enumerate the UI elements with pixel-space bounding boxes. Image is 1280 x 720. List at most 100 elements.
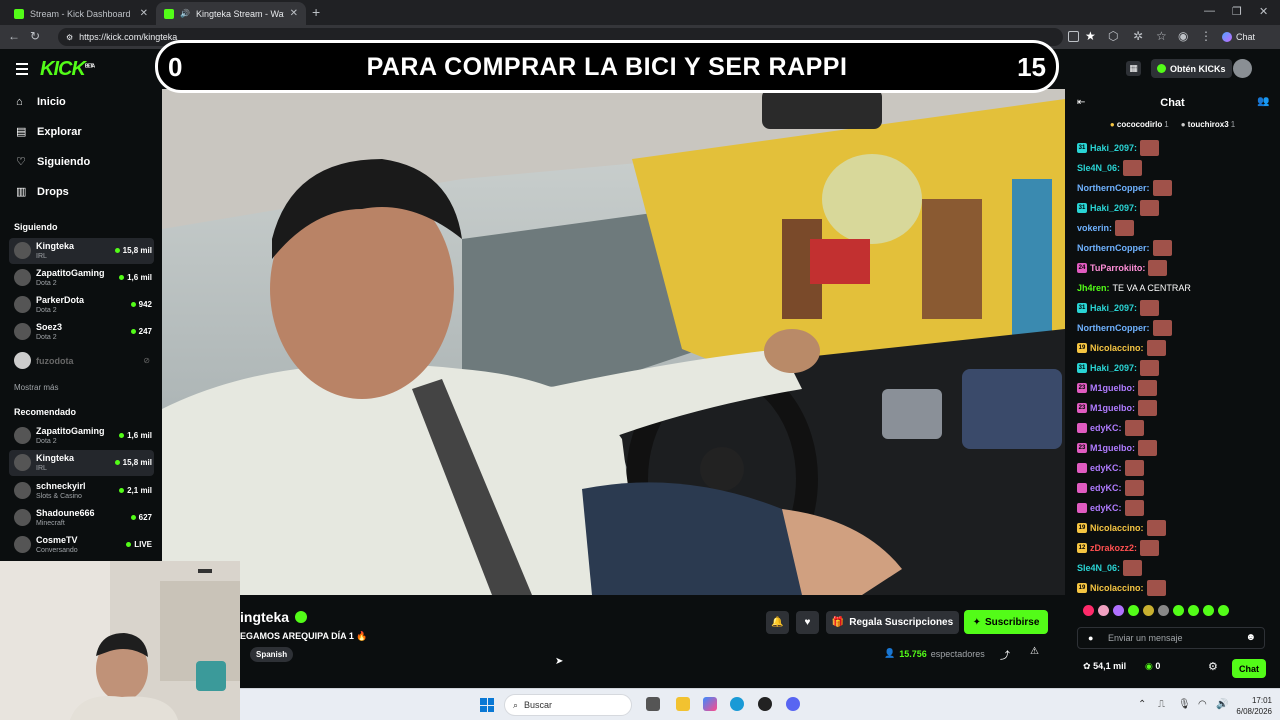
- top-gifter[interactable]: ● touchirox3 1: [1181, 120, 1235, 136]
- channel-item-kingteka[interactable]: Kingteka IRL 15,8 mil: [9, 450, 154, 476]
- volume-icon[interactable]: 🔊: [1216, 699, 1228, 710]
- channel-item-kingteka[interactable]: Kingteka IRL 15,8 mil: [9, 238, 154, 264]
- emote-icon[interactable]: [1098, 605, 1109, 616]
- user-avatar[interactable]: [1233, 59, 1252, 78]
- video-player[interactable]: [162, 89, 1065, 595]
- chat-username[interactable]: Nicolaccino:: [1090, 343, 1144, 353]
- streamer-name[interactable]: ingteka: [240, 609, 308, 625]
- chat-message-input[interactable]: ● Enviar un mensaje ☻: [1077, 627, 1265, 649]
- copilot-icon[interactable]: [703, 697, 717, 711]
- close-tab-icon[interactable]: ✕: [290, 8, 298, 19]
- file-explorer-icon[interactable]: [676, 697, 690, 711]
- bookmark-star-icon[interactable]: ★: [1085, 29, 1096, 43]
- send-chat-button[interactable]: Chat: [1232, 659, 1266, 678]
- get-kicks-button[interactable]: Obtén KICKs: [1151, 59, 1232, 78]
- task-view-icon[interactable]: [646, 697, 660, 711]
- channel-item-shadoune666[interactable]: Shadoune666 Minecraft 627: [9, 505, 154, 531]
- channel-item-zapatitogaming[interactable]: ZapatitoGaming Dota 2 1,6 mil: [9, 423, 154, 449]
- chat-username[interactable]: zDrakozz2:: [1090, 543, 1137, 553]
- chat-settings-icon[interactable]: ⚙: [1208, 660, 1218, 673]
- nav-drops[interactable]: ▥ Drops: [16, 186, 69, 198]
- back-icon[interactable]: ←: [8, 29, 20, 43]
- gift-subs-button[interactable]: 🎁 Regala Suscripciones: [826, 611, 959, 634]
- chat-username[interactable]: Sle4N_06:: [1077, 563, 1120, 573]
- ai-chat-button[interactable]: Chat: [1222, 28, 1255, 46]
- chat-username[interactable]: Haki_2097:: [1090, 303, 1137, 313]
- obs-icon[interactable]: [758, 697, 772, 711]
- chat-username[interactable]: M1guelbo:: [1090, 443, 1135, 453]
- kick-logo[interactable]: KICKBETA: [40, 58, 95, 81]
- system-clock[interactable]: 17:01 6/08/2026: [1236, 695, 1272, 717]
- extension-icon[interactable]: ⬡: [1108, 29, 1118, 43]
- chat-username[interactable]: edyKC:: [1090, 503, 1122, 513]
- browser-tab-kingteka[interactable]: 🔊 Kingteka Stream - Watch Live ✕: [156, 2, 306, 25]
- chat-username[interactable]: M1guelbo:: [1090, 383, 1135, 393]
- emote-icon[interactable]: [1188, 605, 1199, 616]
- chat-username[interactable]: vokerin:: [1077, 223, 1112, 233]
- hamburger-menu-icon[interactable]: [16, 63, 28, 78]
- nav-siguiendo[interactable]: ♡ Siguiendo: [16, 156, 90, 168]
- network-icon[interactable]: ⎍: [1158, 699, 1165, 710]
- channel-item-fuzodota[interactable]: fuzodota ⊘: [9, 348, 154, 374]
- browser-tab-dashboard[interactable]: Stream - Kick Dashboard ✕: [6, 2, 156, 25]
- chat-username[interactable]: TuParrokiito:: [1090, 263, 1145, 273]
- close-tab-icon[interactable]: ✕: [140, 8, 148, 19]
- kicks-balance[interactable]: ✿ 54,1 mil: [1083, 661, 1126, 672]
- emoji-icon[interactable]: ☻: [1245, 632, 1256, 643]
- chat-users-icon[interactable]: 👥: [1257, 96, 1269, 107]
- page-action-icon[interactable]: [1068, 31, 1079, 42]
- microphone-icon[interactable]: 🎙: [1178, 699, 1191, 710]
- channel-item-soez3[interactable]: Soez3 Dota 2 247: [9, 319, 154, 345]
- new-tab-icon[interactable]: +: [312, 4, 320, 20]
- emote-icon[interactable]: [1143, 605, 1154, 616]
- chat-username[interactable]: edyKC:: [1090, 423, 1122, 433]
- maximize-icon[interactable]: ❐: [1232, 5, 1242, 18]
- chat-username[interactable]: Sle4N_06:: [1077, 163, 1120, 173]
- menu-dots-icon[interactable]: ⋮: [1200, 29, 1212, 43]
- close-window-icon[interactable]: ✕: [1259, 5, 1268, 18]
- share-icon[interactable]: ⤴: [1000, 647, 1010, 662]
- extensions-puzzle-icon[interactable]: ✲: [1133, 29, 1143, 43]
- emote-icon[interactable]: [1158, 605, 1169, 616]
- channel-item-cosmetv[interactable]: CosmeTV Conversando LIVE: [9, 532, 154, 558]
- chat-username[interactable]: M1guelbo:: [1090, 403, 1135, 413]
- library-icon[interactable]: ▦: [1126, 61, 1141, 76]
- follow-heart-button[interactable]: ♥: [796, 611, 819, 634]
- wifi-icon[interactable]: ◠: [1198, 699, 1207, 710]
- nav-inicio[interactable]: ⌂ Inicio: [16, 96, 66, 108]
- chat-username[interactable]: NorthernCopper:: [1077, 183, 1150, 193]
- emote-icon[interactable]: [1128, 605, 1139, 616]
- chat-username[interactable]: edyKC:: [1090, 463, 1122, 473]
- channel-item-parkerdota[interactable]: ParkerDota Dota 2 942: [9, 292, 154, 318]
- taskbar-search-field[interactable]: ⌕ Buscar: [504, 694, 632, 716]
- channel-item-schneckyirl[interactable]: schneckyirl Slots & Casino 2,1 mil: [9, 478, 154, 504]
- show-more-link[interactable]: Mostrar más: [14, 383, 58, 392]
- channel-points[interactable]: ◉ 0: [1145, 661, 1160, 672]
- windows-start-icon[interactable]: [480, 698, 494, 712]
- profile-icon[interactable]: ◉: [1178, 29, 1188, 43]
- chat-username[interactable]: Nicolaccino:: [1090, 583, 1144, 593]
- emote-icon[interactable]: [1173, 605, 1184, 616]
- chat-username[interactable]: Haki_2097:: [1090, 143, 1137, 153]
- nav-explorar[interactable]: ▤ Explorar: [16, 126, 82, 138]
- top-gifter[interactable]: ● cococodirlo 1: [1110, 120, 1169, 136]
- emote-icon[interactable]: [1083, 605, 1094, 616]
- notification-bell-button[interactable]: 🔔: [766, 611, 789, 634]
- channel-item-zapatitogaming[interactable]: ZapatitoGaming Dota 2 1,6 mil: [9, 265, 154, 291]
- site-info-icon[interactable]: ⚙: [66, 33, 73, 42]
- chat-username[interactable]: Jh4ren:: [1077, 283, 1110, 293]
- chat-username[interactable]: Haki_2097:: [1090, 203, 1137, 213]
- chat-username[interactable]: NorthernCopper:: [1077, 243, 1150, 253]
- emote-icon[interactable]: [1218, 605, 1229, 616]
- emote-icon[interactable]: [1113, 605, 1124, 616]
- chat-username[interactable]: Nicolaccino:: [1090, 523, 1144, 533]
- minimize-icon[interactable]: —: [1204, 5, 1215, 17]
- report-icon[interactable]: ⚠: [1030, 646, 1039, 657]
- tray-chevron-up-icon[interactable]: ⌃: [1138, 699, 1146, 710]
- chat-username[interactable]: edyKC:: [1090, 483, 1122, 493]
- favorites-icon[interactable]: ☆: [1156, 29, 1167, 43]
- chat-username[interactable]: NorthernCopper:: [1077, 323, 1150, 333]
- reload-icon[interactable]: ↻: [30, 29, 40, 43]
- discord-icon[interactable]: [786, 697, 800, 711]
- edge-browser-icon[interactable]: [730, 697, 744, 711]
